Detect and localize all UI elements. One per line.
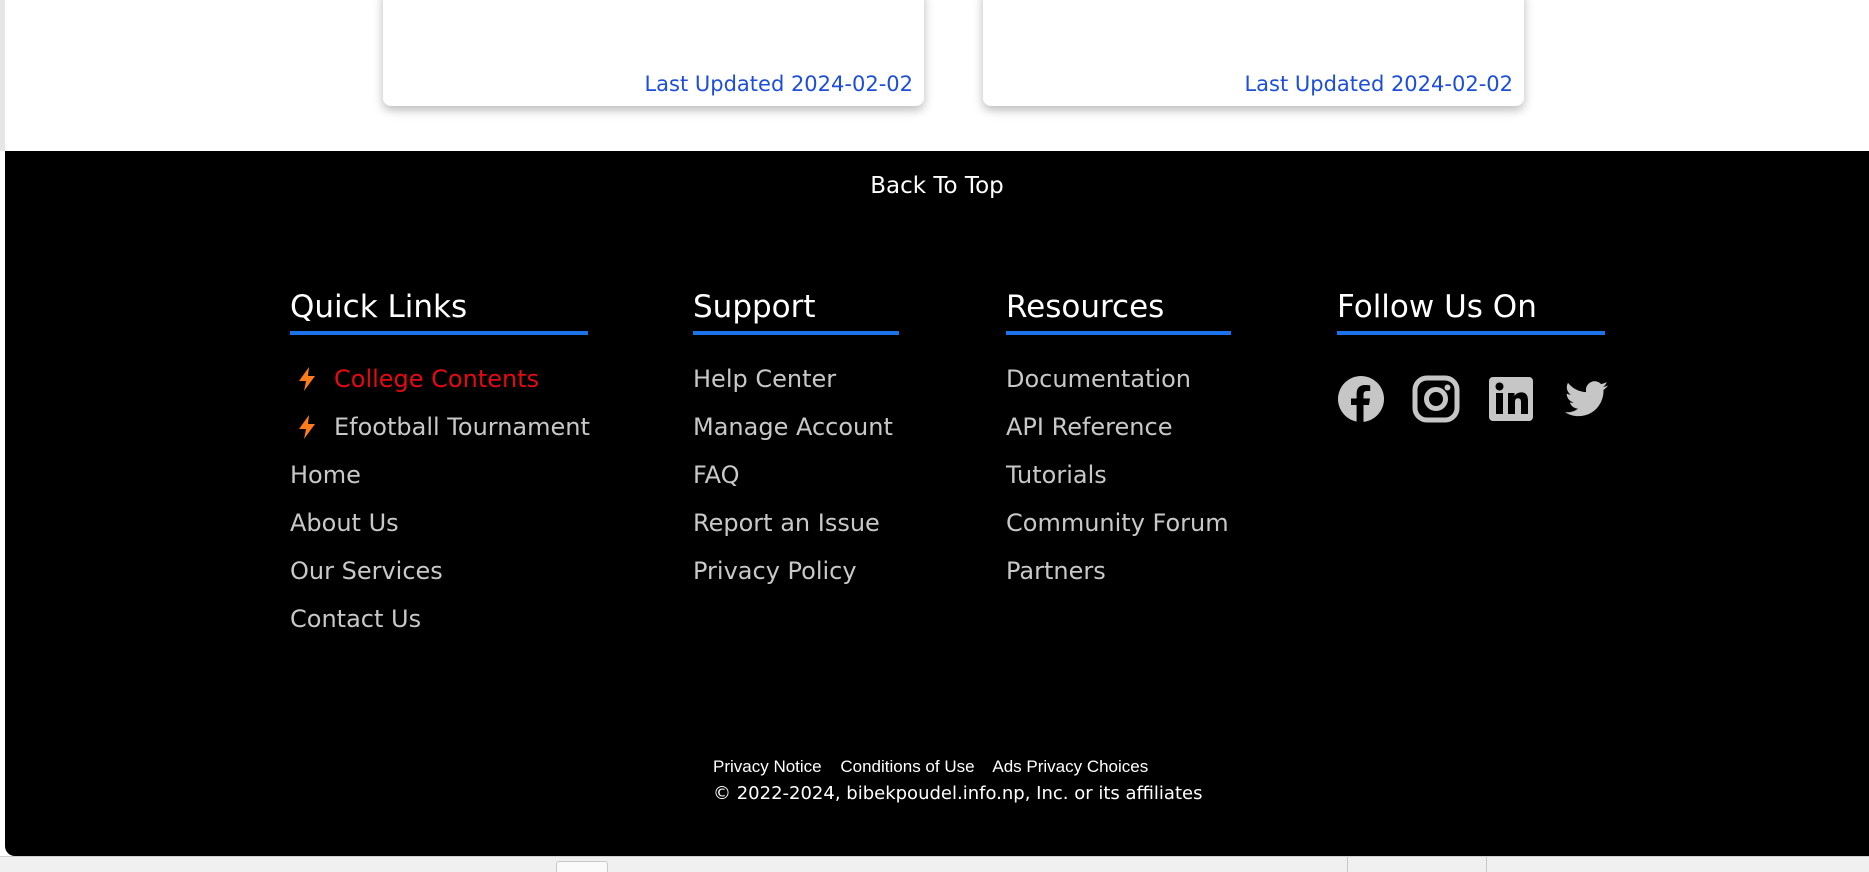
footer-link-partners[interactable]: Partners (1006, 547, 1231, 595)
social-links (1337, 375, 1610, 423)
footer-link-our-services[interactable]: Our Services (290, 547, 590, 595)
footer-link-tutorials[interactable]: Tutorials (1006, 451, 1231, 499)
footer-link-label: College Contents (334, 365, 540, 393)
ads-privacy-choices-link[interactable]: Ads Privacy Choices (992, 757, 1148, 776)
footer-link-contact-us[interactable]: Contact Us (290, 595, 590, 643)
content-area: Last Updated 2024-02-02 Last Updated 202… (0, 0, 1869, 151)
support-heading: Support (693, 289, 899, 335)
quick-links-heading: Quick Links (290, 289, 588, 335)
footer-link-community-forum[interactable]: Community Forum (1006, 499, 1231, 547)
back-to-top: Back To Top (5, 173, 1869, 199)
follow-us-column: Follow Us On (1337, 289, 1610, 423)
resources-column: Resources Documentation API Reference Tu… (1006, 289, 1231, 595)
bottom-tab[interactable] (556, 861, 608, 872)
footer-link-label: Efootball Tournament (334, 413, 590, 441)
resources-heading: Resources (1006, 289, 1231, 335)
facebook-icon[interactable] (1337, 375, 1385, 423)
footer-link-privacy-policy[interactable]: Privacy Policy (693, 547, 899, 595)
footer-link-college-contents[interactable]: College Contents (290, 355, 590, 403)
linkedin-icon[interactable] (1487, 375, 1535, 423)
footer-link-report-issue[interactable]: Report an Issue (693, 499, 899, 547)
footer-link-about-us[interactable]: About Us (290, 499, 590, 547)
last-updated-text: Last Updated 2024-02-02 (644, 72, 913, 96)
footer-link-home[interactable]: Home (290, 451, 590, 499)
back-to-top-link[interactable]: Back To Top (870, 173, 1004, 199)
copyright-text: © 2022-2024, bibekpoudel.info.np, Inc. o… (713, 783, 1203, 804)
footer-link-help-center[interactable]: Help Center (693, 355, 899, 403)
lightning-bolt-icon (296, 414, 318, 440)
conditions-of-use-link[interactable]: Conditions of Use (840, 757, 974, 776)
footer-link-manage-account[interactable]: Manage Account (693, 403, 899, 451)
site-footer: Back To Top Quick Links College Contents… (5, 151, 1869, 856)
divider (1347, 857, 1348, 872)
twitter-icon[interactable] (1562, 375, 1610, 423)
follow-us-heading: Follow Us On (1337, 289, 1605, 335)
content-card[interactable]: Last Updated 2024-02-02 (383, 0, 924, 106)
lightning-bolt-icon (296, 366, 318, 392)
quick-links-column: Quick Links College Contents Efootball T… (290, 289, 590, 643)
support-column: Support Help Center Manage Account FAQ R… (693, 289, 899, 595)
footer-link-efootball[interactable]: Efootball Tournament (290, 403, 590, 451)
last-updated-text: Last Updated 2024-02-02 (1244, 72, 1513, 96)
footer-link-documentation[interactable]: Documentation (1006, 355, 1231, 403)
footer-link-faq[interactable]: FAQ (693, 451, 899, 499)
privacy-notice-link[interactable]: Privacy Notice (713, 757, 822, 776)
footer-link-api-reference[interactable]: API Reference (1006, 403, 1231, 451)
divider (1486, 857, 1487, 872)
browser-bottom-bar (0, 856, 1869, 872)
instagram-icon[interactable] (1412, 375, 1460, 423)
legal-links: Privacy Notice Conditions of Use Ads Pri… (713, 757, 1162, 777)
content-card[interactable]: Last Updated 2024-02-02 (983, 0, 1524, 106)
